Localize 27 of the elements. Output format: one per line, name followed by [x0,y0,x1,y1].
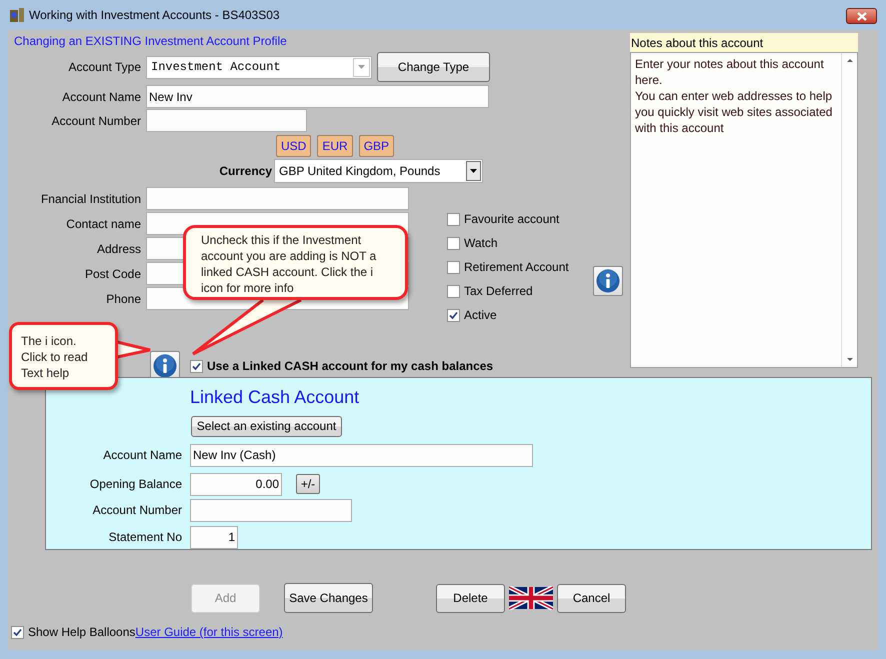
field-label: Account Type [68,59,141,76]
help-tooltip: The i icon. Click to read Text help [9,322,118,390]
checkbox-label: Use a Linked CASH account for my cash balances [207,358,494,375]
field-label: Phone [105,290,141,308]
field-label: Opening Balance [88,476,182,493]
notes-header: Notes about this account [630,33,858,52]
field-label: Post Code [84,266,141,282]
window-title: Working with Investment Accounts - BS403S03 [29,7,280,24]
panel-title: Linked Cash Account [190,386,360,406]
field-label: Address [96,240,141,258]
checkbox-label: Favourite account [464,211,560,228]
checkbox-label: Watch [464,235,498,252]
form-heading: Changing an EXISTING Investment Account Profile [14,33,288,48]
notes-paragraph: Enter your notes about this account here. [635,56,825,88]
notes-paragraph: You can enter web addresses to help you quickly visit web sites associated with this account [635,88,834,136]
checkbox-label: Tax Deferred [464,283,533,300]
checkbox-label: Retirement Account [464,259,569,276]
field-label: Statement No [108,529,182,546]
checkbox-label: Active [464,307,497,324]
field-label: Contact name [65,216,141,232]
checkbox-label: Show Help Balloons [28,624,136,641]
field-label: Account Name [61,88,141,106]
field-label: Currency [218,163,272,180]
field-label: Account Number [50,112,141,130]
field-label: Fnancial Institution [40,190,141,208]
field-label: Account Name [102,447,182,464]
field-label: Account Number [92,502,182,519]
